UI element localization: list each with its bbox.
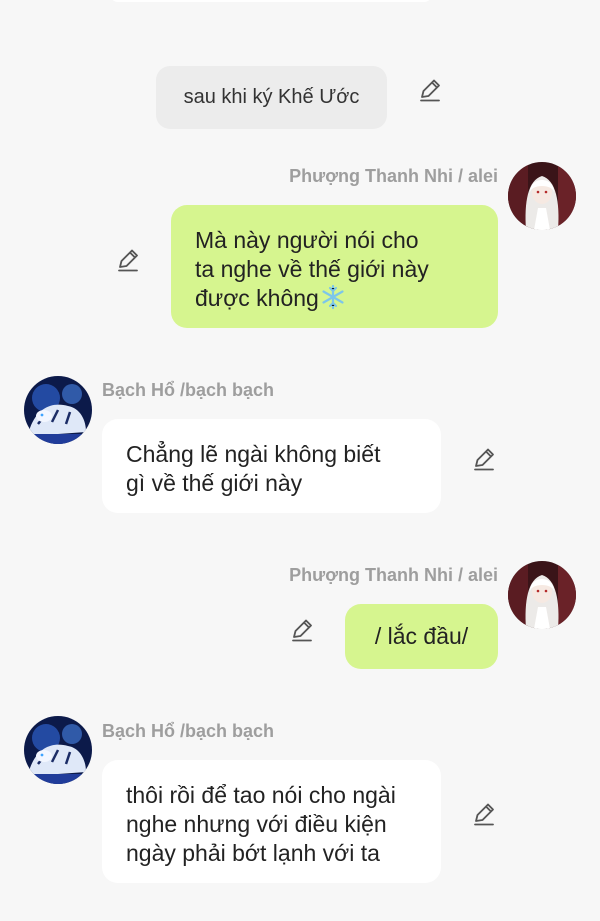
message-line: ta nghe về thế giới này (195, 256, 429, 282)
snowflake-emoji-icon (320, 284, 346, 317)
message-line: nghe nhưng với điều kiện (126, 811, 387, 837)
message-bubble[interactable]: Chẳng lẽ ngài không biết gì về thế giới … (102, 419, 441, 513)
sender-name: Phượng Thanh Nhi / alei (289, 565, 498, 585)
edit-pencil-icon[interactable] (289, 617, 315, 643)
edit-pencil-icon[interactable] (471, 446, 497, 472)
system-message-text: sau khi ký Khế Ước (183, 86, 360, 108)
sender-name: Bạch Hổ /bạch bạch (102, 380, 275, 400)
avatar-phuong-thanh-nhi[interactable] (508, 162, 576, 230)
message-line: ngày phải bớt lạnh với ta (126, 840, 380, 866)
edit-pencil-icon[interactable] (471, 801, 497, 827)
avatar-bach-ho[interactable] (24, 716, 92, 784)
previous-message-edge (110, 0, 432, 2)
edit-pencil-icon[interactable] (417, 77, 443, 103)
message-line: gì về thế giới này (126, 470, 303, 496)
message-line: Mà này người nói cho (195, 227, 419, 253)
system-message-bubble: sau khi ký Khế Ước (156, 66, 387, 129)
edit-pencil-icon[interactable] (115, 247, 141, 273)
sender-name: Phượng Thanh Nhi / alei (289, 166, 498, 186)
avatar-bach-ho[interactable] (24, 376, 92, 444)
message-line: Chẳng lẽ ngài không biết (126, 441, 381, 467)
avatar-phuong-thanh-nhi[interactable] (508, 561, 576, 629)
message-bubble[interactable]: Mà này người nói cho ta nghe về thế giới… (171, 205, 498, 328)
message-bubble[interactable]: thôi rồi để tao nói cho ngài nghe nhưng … (102, 760, 441, 883)
message-bubble[interactable]: / lắc đầu/ (345, 604, 498, 669)
message-line: được không (195, 285, 319, 311)
message-line: thôi rồi để tao nói cho ngài (126, 782, 396, 808)
sender-name: Bạch Hổ /bạch bạch (102, 721, 275, 741)
message-line: / lắc đầu/ (374, 623, 469, 649)
